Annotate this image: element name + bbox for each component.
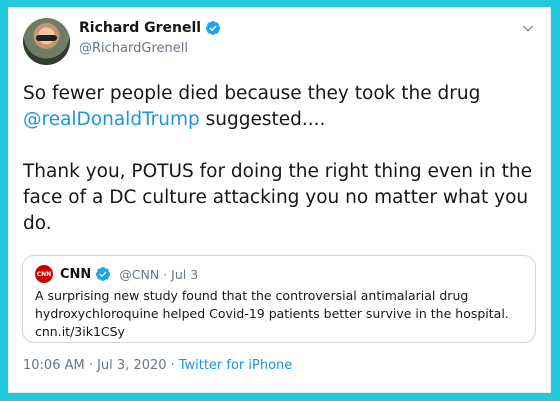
author-name-line: Richard Grenell: [79, 20, 221, 36]
avatar-sunglasses: [36, 35, 57, 41]
author-handle[interactable]: @RichardGrenell: [79, 41, 188, 56]
tweet-source-link[interactable]: Twitter for iPhone: [179, 358, 293, 373]
quoted-handle-date: @CNN · Jul 3: [119, 266, 199, 282]
verified-badge-icon: [96, 267, 111, 281]
tweet-text-part1: So fewer people died because they took t…: [23, 83, 481, 104]
mention-link[interactable]: @realDonaldTrump: [23, 109, 200, 130]
quoted-tweet[interactable]: CNN CNN @CNN · Jul 3 A surprising new st…: [22, 255, 536, 343]
chevron-down-icon[interactable]: [520, 20, 536, 36]
tweet-timestamp[interactable]: 10:06 AM · Jul 3, 2020: [23, 358, 167, 373]
author-avatar[interactable]: [23, 18, 70, 65]
quoted-tweet-header: CNN CNN @CNN · Jul 3: [35, 265, 198, 283]
tweet-footer: 10:06 AM · Jul 3, 2020 · Twitter for iPh…: [23, 358, 292, 373]
author-name[interactable]: Richard Grenell: [79, 20, 201, 36]
tweet-text: So fewer people died because they took t…: [23, 81, 538, 237]
quoted-tweet-text: A surprising new study found that the co…: [35, 288, 509, 339]
footer-separator: ·: [170, 358, 175, 373]
tweet-card: Richard Grenell @RichardGrenell So fewer…: [8, 7, 551, 393]
verified-badge-icon: [206, 21, 221, 35]
quoted-author-name: CNN: [60, 266, 92, 282]
cnn-logo-icon: CNN: [35, 265, 53, 283]
